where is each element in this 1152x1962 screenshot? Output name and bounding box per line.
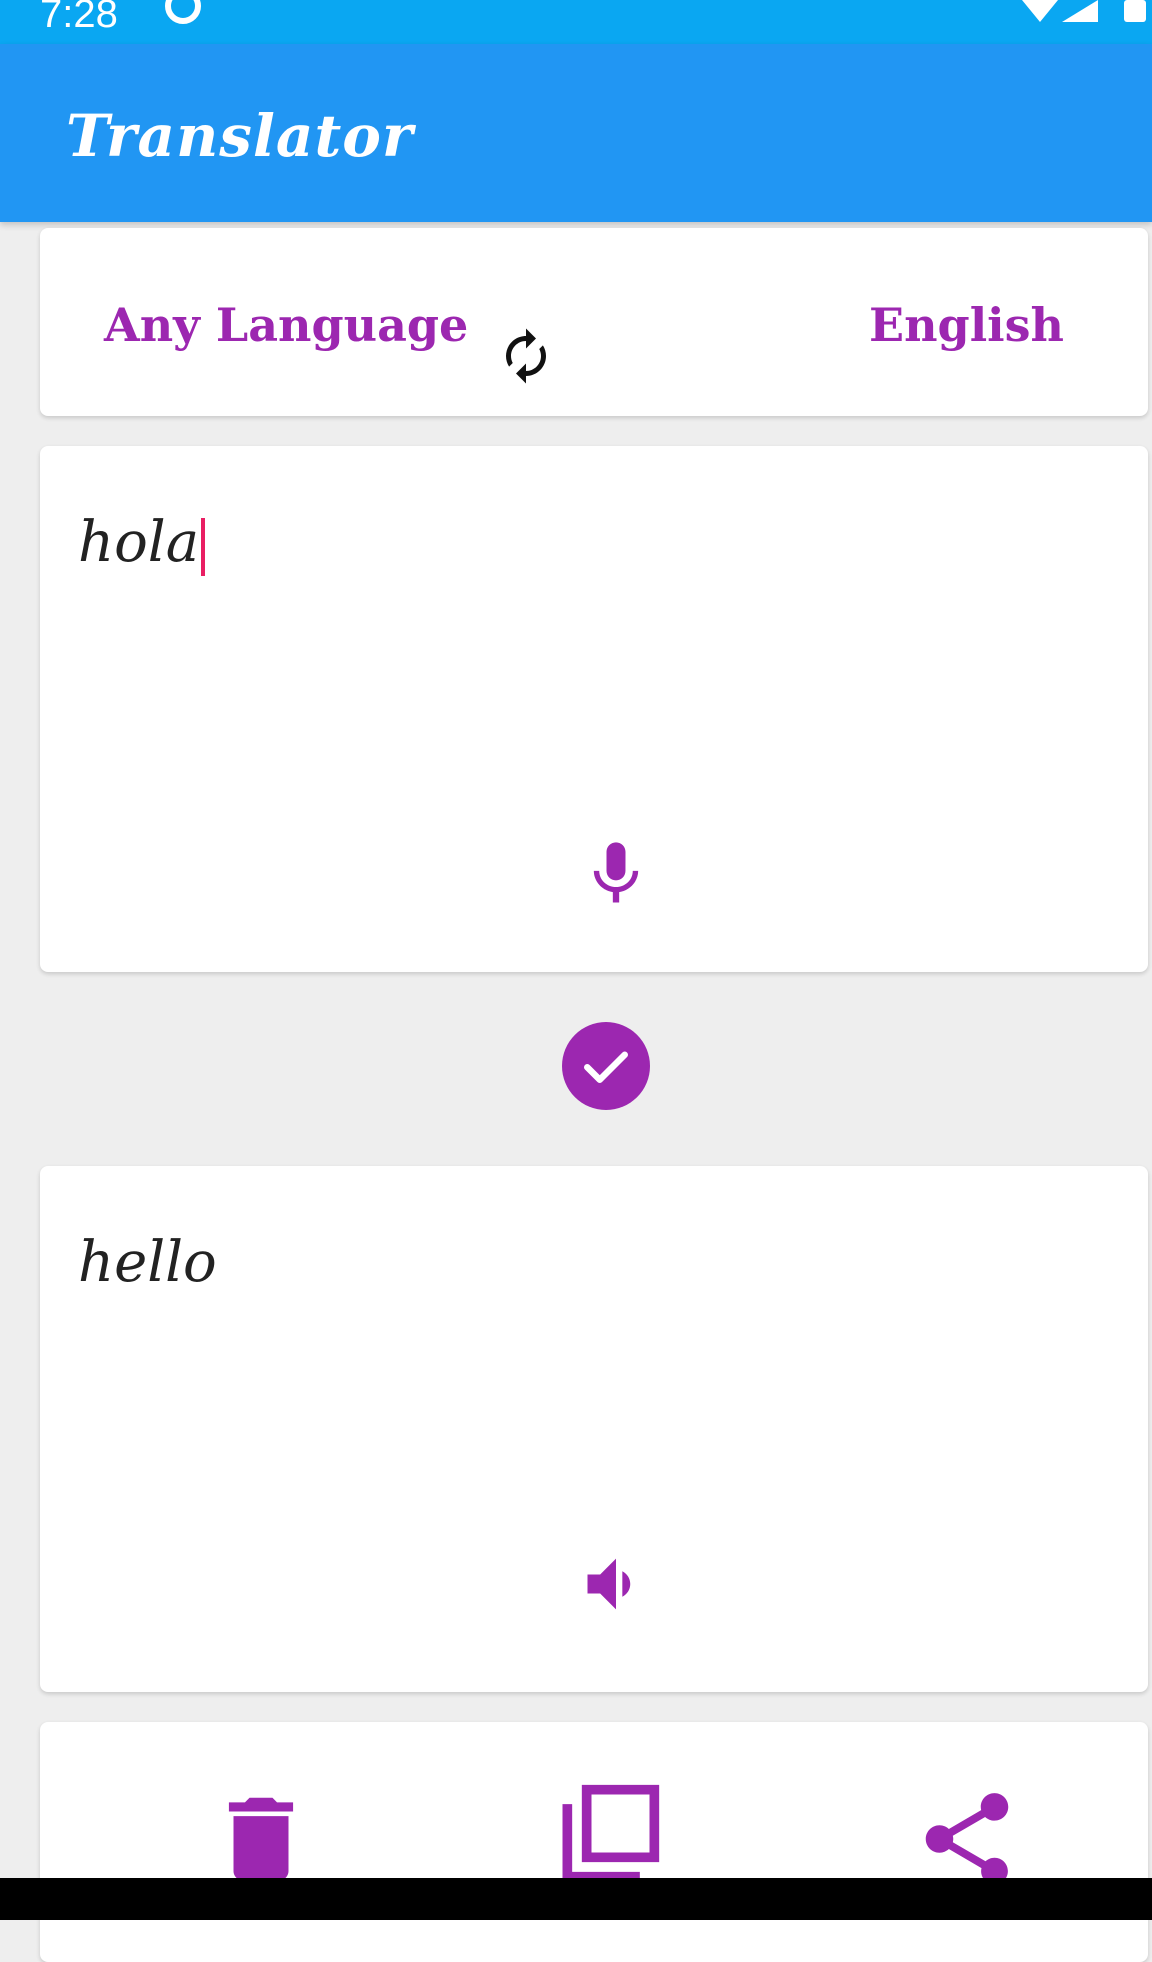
wifi-icon: [1022, 0, 1058, 22]
speaker-icon[interactable]: [578, 1546, 654, 1622]
input-card: hola: [40, 446, 1148, 972]
signal-icon: [1062, 0, 1098, 22]
swap-icon[interactable]: [496, 326, 556, 386]
status-icons: [1022, 0, 1146, 22]
dnd-icon: [165, 0, 201, 24]
output-card: hello: [40, 1166, 1148, 1692]
check-icon: [584, 1051, 628, 1083]
navigation-bar: [0, 1878, 1152, 1920]
source-text-input[interactable]: hola: [78, 510, 206, 576]
action-card: [40, 1722, 1148, 1962]
text-caret: [201, 517, 206, 576]
status-bar: 7:28: [0, 0, 1152, 44]
app-bar: Translator: [0, 44, 1152, 222]
target-language-selector[interactable]: English: [869, 298, 1064, 352]
app-title: Translator: [66, 102, 414, 170]
source-text-value: hola: [78, 510, 200, 575]
language-selector-card: Any Language English: [40, 228, 1148, 416]
status-time: 7:28: [40, 0, 118, 36]
source-language-selector[interactable]: Any Language: [104, 298, 468, 352]
microphone-icon[interactable]: [578, 836, 654, 912]
translated-text: hello: [78, 1230, 217, 1295]
translate-button[interactable]: [562, 1022, 650, 1110]
battery-icon: [1124, 0, 1146, 22]
